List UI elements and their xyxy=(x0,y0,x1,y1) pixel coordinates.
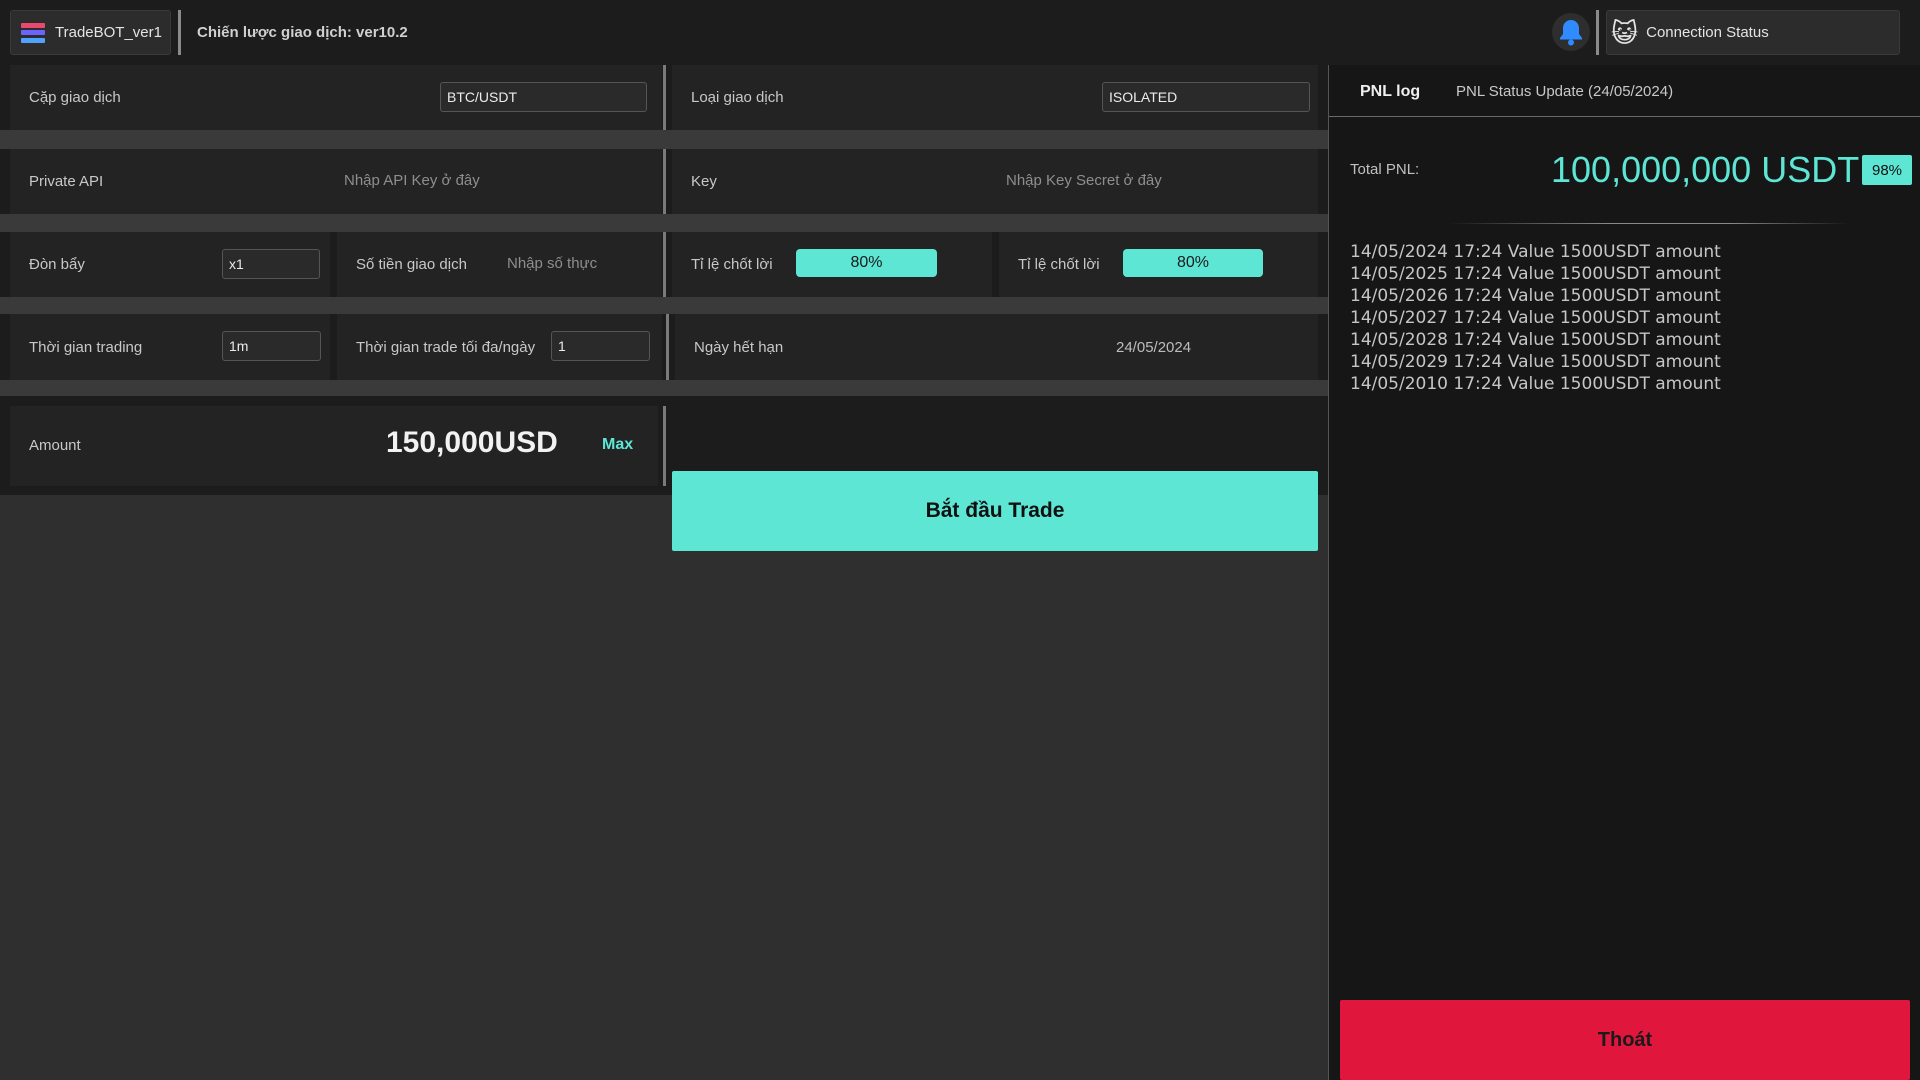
connection-status-button[interactable]: 😺 Connection Status xyxy=(1606,10,1900,55)
private-api-input[interactable]: Nhập API Key ở đây xyxy=(344,172,480,189)
column-divider xyxy=(663,65,666,130)
trade-amount-input[interactable]: Nhập số thực xyxy=(507,255,597,272)
connection-status-label: Connection Status xyxy=(1646,24,1769,41)
form-row-api: Private API Nhập API Key ở đây Key Nhập … xyxy=(0,149,1328,214)
key-label: Key xyxy=(691,173,717,190)
trade-type-select[interactable]: ISOLATED xyxy=(1102,82,1310,112)
app-name: TradeBOT_ver1 xyxy=(55,24,162,41)
trade-amount-cell: Số tiền giao dịch Nhập số thực xyxy=(337,232,662,297)
top-bar: TradeBOT_ver1 Chiến lược giao dịch: ver1… xyxy=(0,0,1920,65)
pair-label: Cặp giao dịch xyxy=(29,89,121,106)
leverage-label: Đòn bẩy xyxy=(29,256,85,273)
bell-icon xyxy=(1560,20,1582,46)
pnl-panel: PNL log PNL Status Update (24/05/2024) T… xyxy=(1328,65,1920,1080)
take-profit-cell-1: Tỉ lệ chốt lời 80% xyxy=(672,232,992,297)
log-entry: 14/05/2026 17:24 Value 1500USDT amount xyxy=(1350,286,1721,306)
take-profit-slider-1[interactable]: 80% xyxy=(796,249,937,277)
take-profit-cell-2: Tỉ lệ chốt lời 80% xyxy=(999,232,1318,297)
strategy-title: Chiến lược giao dịch: ver10.2 xyxy=(197,24,408,41)
pnl-divider xyxy=(1449,223,1849,224)
total-pnl-label: Total PNL: xyxy=(1350,161,1420,178)
log-entry: 14/05/2029 17:24 Value 1500USDT amount xyxy=(1350,352,1721,372)
leverage-cell: Đòn bẩy x1 xyxy=(10,232,330,297)
amount-label: Amount xyxy=(29,437,81,454)
trade-form: Cặp giao dịch BTC/USDT Loại giao dịch IS… xyxy=(0,65,1328,551)
notification-button[interactable] xyxy=(1552,13,1590,51)
private-api-cell: Private API Nhập API Key ở đây xyxy=(10,149,662,214)
pair-cell: Cặp giao dịch BTC/USDT xyxy=(10,65,662,130)
amount-value: 150,000USD xyxy=(386,426,558,459)
trading-time-label: Thời gian trading xyxy=(29,339,143,356)
expiry-cell: Ngày hết hạn 24/05/2024 xyxy=(675,314,1318,380)
trade-amount-label: Số tiền giao dịch xyxy=(356,256,467,273)
take-profit-slider-2[interactable]: 80% xyxy=(1123,249,1263,277)
column-divider xyxy=(666,314,669,380)
expiry-value: 24/05/2024 xyxy=(1116,339,1192,356)
expiry-label: Ngày hết hạn xyxy=(694,339,784,356)
log-entry: 14/05/2025 17:24 Value 1500USDT amount xyxy=(1350,264,1721,284)
form-row-pair: Cặp giao dịch BTC/USDT Loại giao dịch IS… xyxy=(0,65,1328,130)
take-profit-label-2: Tỉ lệ chốt lời xyxy=(1018,256,1100,273)
trading-time-input[interactable]: 1m xyxy=(222,331,321,361)
header-divider xyxy=(178,10,181,55)
app-badge[interactable]: TradeBOT_ver1 xyxy=(10,10,171,55)
header-divider-right xyxy=(1596,10,1599,55)
max-trade-time-input[interactable]: 1 xyxy=(551,331,650,361)
max-button[interactable]: Max xyxy=(602,436,633,454)
log-entry: 14/05/2010 17:24 Value 1500USDT amount xyxy=(1350,374,1721,394)
column-divider xyxy=(663,406,666,486)
trade-type-label: Loại giao dịch xyxy=(691,89,784,106)
pair-select[interactable]: BTC/USDT xyxy=(440,82,647,112)
take-profit-label-1: Tỉ lệ chốt lời xyxy=(691,256,773,273)
pnl-percent-badge: 98% xyxy=(1862,155,1912,185)
pnl-log-list: 14/05/2024 17:24 Value 1500USDT amount 1… xyxy=(1350,241,1721,395)
key-secret-input[interactable]: Nhập Key Secret ở đây xyxy=(1006,172,1162,189)
total-pnl-value: 100,000,000 USDT xyxy=(1551,149,1860,190)
log-entry: 14/05/2028 17:24 Value 1500USDT amount xyxy=(1350,330,1721,350)
app-logo-icon xyxy=(21,22,45,43)
trading-time-cell: Thời gian trading 1m xyxy=(10,314,330,380)
key-cell: Key Nhập Key Secret ở đây xyxy=(672,149,1318,214)
max-trade-time-cell: Thời gian trade tối đa/ngày 1 xyxy=(337,314,662,380)
log-entry: 14/05/2027 17:24 Value 1500USDT amount xyxy=(1350,308,1721,328)
tab-pnl-log[interactable]: PNL log xyxy=(1360,83,1420,101)
tab-pnl-status[interactable]: PNL Status Update (24/05/2024) xyxy=(1456,83,1673,100)
exit-button[interactable]: Thoát xyxy=(1340,1000,1910,1080)
column-divider xyxy=(663,149,666,214)
pnl-tabs: PNL log PNL Status Update (24/05/2024) xyxy=(1329,65,1920,117)
form-row-time: Thời gian trading 1m Thời gian trade tối… xyxy=(0,314,1328,380)
form-row-leverage: Đòn bẩy x1 Số tiền giao dịch Nhập số thự… xyxy=(0,232,1328,297)
private-api-label: Private API xyxy=(29,173,104,190)
log-entry: 14/05/2024 17:24 Value 1500USDT amount xyxy=(1350,242,1721,262)
cat-avatar-icon: 😺 xyxy=(1611,17,1639,48)
trade-type-cell: Loại giao dịch ISOLATED xyxy=(672,65,1318,130)
leverage-input[interactable]: x1 xyxy=(222,249,320,279)
start-trade-button[interactable]: Bắt đầu Trade xyxy=(672,471,1318,551)
amount-cell: Amount 150,000USD Max xyxy=(10,406,658,486)
column-divider xyxy=(663,232,666,297)
max-trade-time-label: Thời gian trade tối đa/ngày xyxy=(356,339,536,356)
